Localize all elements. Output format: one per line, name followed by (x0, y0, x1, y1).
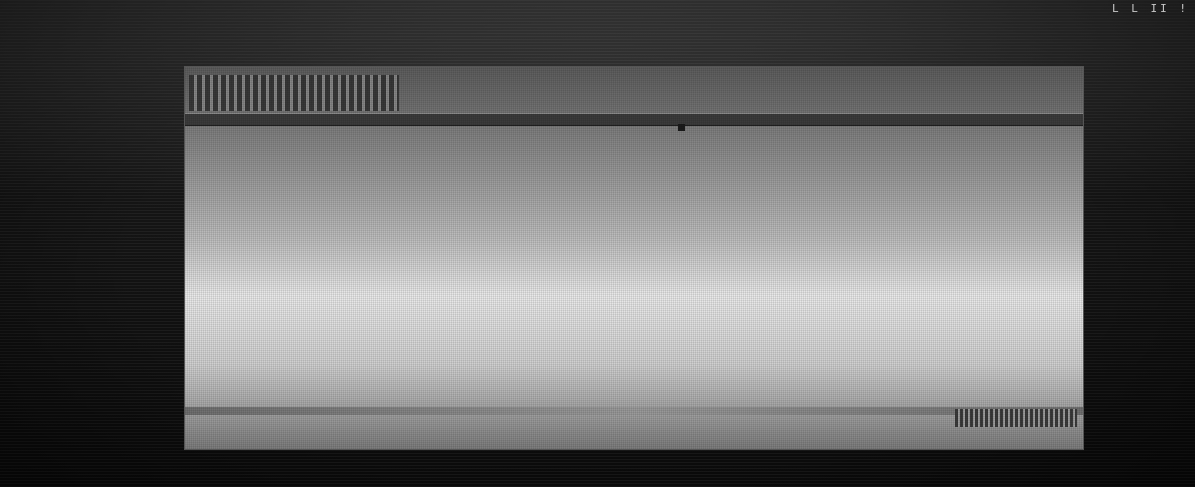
footer-bar (185, 407, 1083, 415)
browser-screen (184, 66, 1084, 450)
footer-badge[interactable] (955, 409, 1077, 427)
site-logo[interactable] (189, 75, 399, 111)
corner-mark: L L II ! (1112, 2, 1189, 15)
cursor-icon (678, 124, 685, 131)
top-nav-bar (185, 113, 1083, 126)
